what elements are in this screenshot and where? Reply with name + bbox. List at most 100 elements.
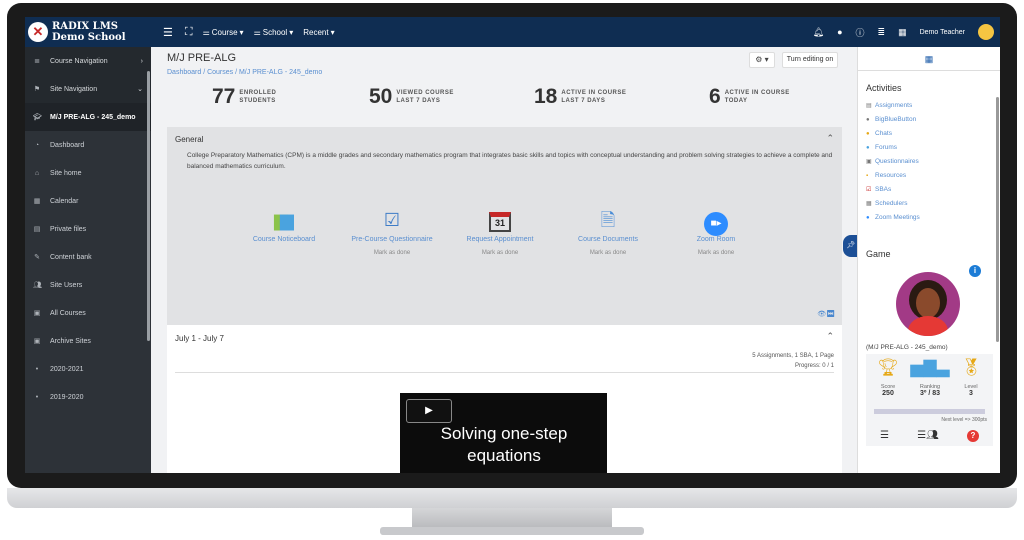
sidebar-item-label: Dashboard [50, 141, 85, 149]
activities-list: ▤ Assignments ● BigBlueButton ● Chats ● Foru… [866, 99, 920, 225]
sidebar-item[interactable]: • 2019-2020 [25, 383, 151, 411]
map-icon[interactable]: ▦ [898, 27, 907, 38]
turn-editing-on-button[interactable]: Turn editing on [782, 52, 838, 68]
activity-zoom-room[interactable]: ■▸ Zoom Room Mark as done [666, 208, 766, 256]
user-name[interactable]: Demo Teacher [920, 29, 965, 36]
activity-link-zoom-meetings[interactable]: ● Zoom Meetings [866, 211, 920, 225]
main-content: M/J PRE-ALG Dashboard / Courses / M/J PR… [157, 47, 845, 473]
video-player[interactable]: ▶ Solving one-step equations [400, 393, 607, 473]
bullet-icon: • [35, 365, 39, 373]
sidebar-item-label: All Courses [50, 309, 86, 317]
menu-school[interactable]: ⚌ School ▾ [254, 28, 294, 37]
activity-link-sbas[interactable]: ☑ SBAs [866, 183, 920, 197]
site-logo[interactable]: ✕ RADIX LMS Demo School [25, 17, 151, 47]
bullet-icon: • [35, 393, 39, 401]
play-icon[interactable]: ▶ [406, 399, 452, 423]
mark-as-done-button[interactable]: Mark as done [558, 250, 658, 256]
sidebar-item[interactable]: ▦ Calendar [25, 187, 151, 215]
sidebar-item[interactable]: ≣ Course Navigation › [25, 47, 151, 75]
sidebar-item-label: 2019-2020 [50, 393, 84, 401]
activity-pre-course-questionnaire[interactable]: ☑ Pre-Course Questionnaire Mark as done [342, 208, 442, 256]
sidebar-scrollbar[interactable] [147, 71, 150, 341]
sidebar-item[interactable]: ▣ All Courses [25, 299, 151, 327]
mark-as-done-button[interactable]: Mark as done [450, 250, 550, 256]
bell-icon[interactable]: 🔔︎ [813, 27, 824, 38]
sidebar-item[interactable]: 👥︎ Site Users [25, 271, 151, 299]
ranking-stat: ▅▇▃ Ranking 3º / 83 [910, 358, 950, 397]
chevron-icon[interactable]: › [141, 58, 143, 65]
sidebar-item[interactable]: ✎ Content bank [25, 243, 151, 271]
game-heading: Game [866, 249, 891, 259]
fullscreen-icon[interactable]: ⛶ [185, 26, 193, 39]
calendar-31-icon: 31 [450, 208, 550, 232]
week-section: July 1 - July 7 ⌃ 5 Assignments, 1 SBA, … [167, 325, 842, 473]
game-avatar [896, 272, 960, 336]
chat-icon[interactable]: ● [837, 27, 842, 37]
hamburger-icon[interactable]: ☰ [163, 26, 173, 39]
sidebar-item[interactable]: • 2020-2021 [25, 355, 151, 383]
home-icon: ⌂ [34, 169, 40, 177]
activity-course-documents[interactable]: 🗎︎ Course Documents Mark as done [558, 208, 658, 256]
screen: ✕ RADIX LMS Demo School ☰ ⛶ ⚌ Course ▾ ⚌ Sch… [25, 17, 1000, 473]
file-icon: ▤ [33, 226, 41, 233]
chevron-icon[interactable]: ⌄ [137, 85, 143, 93]
game-course-name: (M/J PRE-ALG - 245_demo) [866, 344, 948, 351]
graduation-cap-icon: 🎓︎ [33, 114, 42, 121]
stat-active-today: 6 ACTIVE IN COURSE TODAY [709, 85, 790, 108]
collapse-icon[interactable]: ⌃ [826, 133, 834, 144]
help-icon[interactable]: ? [966, 430, 979, 442]
activity-link-schedulers[interactable]: ▦ Schedulers [866, 197, 920, 211]
show-hide-icon[interactable]: 👁︎⏭︎ [817, 310, 835, 318]
ranking-list-icon[interactable]: ☰👥︎ [917, 430, 939, 442]
sidebar-item[interactable]: ⌂ Site home [25, 159, 151, 187]
logo-x-icon: ✕ [28, 22, 48, 42]
sidebar-item[interactable]: ▣ Archive Sites [25, 327, 151, 355]
next-level-text: Next level => 300pts [941, 417, 987, 423]
mark-as-done-button[interactable]: Mark as done [342, 250, 442, 256]
list-icon: ≣ [34, 58, 40, 65]
sliders-icon: ⚌ [253, 27, 261, 37]
info-icon[interactable]: ⓘ [856, 26, 865, 39]
right-drawer: ▦ Activities ▤ Assignments ● BigBlueButton… [857, 47, 1000, 473]
collapse-icon[interactable]: ⌃ [826, 331, 834, 342]
sidebar-item[interactable]: 🎓︎ M/J PRE-ALG - 245_demo [25, 103, 151, 131]
sidebar-item-label: Site Navigation [50, 85, 98, 93]
monitor-chin [7, 488, 1017, 508]
users-icon: 👥︎ [33, 282, 42, 289]
sidebar-item[interactable]: ▤ Private files [25, 215, 151, 243]
level-stat: 🏅︎ Level 3 [951, 358, 991, 397]
score-stat: 🏆︎ Score 250 [868, 358, 908, 397]
section-title: July 1 - July 7 [175, 334, 224, 343]
sidebar-item-label: Private files [50, 225, 87, 233]
activity-link-chats[interactable]: ● Chats [866, 127, 920, 141]
list-icon[interactable]: ☰ [880, 430, 889, 442]
paint-brush-icon: ✎ [34, 254, 40, 261]
sidebar-item[interactable]: ◔ Dashboard [25, 131, 151, 159]
user-avatar[interactable] [978, 24, 994, 40]
logo-line-2: Demo School [52, 32, 126, 43]
settings-gear-button[interactable]: ⚙ ▾ [749, 52, 775, 68]
checklist-icon: ☑ [383, 210, 401, 230]
list-icon[interactable]: ≣ [878, 27, 886, 38]
right-scrollbar[interactable] [996, 97, 999, 342]
activity-link-forums[interactable]: ● Forums [866, 141, 920, 155]
breadcrumb[interactable]: Dashboard / Courses / M/J PRE-ALG - 245_… [167, 69, 322, 76]
map-signs-icon: ⚑ [33, 86, 41, 93]
calendar-icon: ▦ [33, 198, 41, 205]
activity-link-resources[interactable]: ▪ Resources [866, 169, 920, 183]
monitor-stand [412, 508, 612, 528]
activity-link-questionnaires[interactable]: ▣ Questionnaires [866, 155, 920, 169]
activity-link-assignments[interactable]: ▤ Assignments [866, 99, 920, 113]
mark-as-done-button[interactable]: Mark as done [666, 250, 766, 256]
top-navbar: ✕ RADIX LMS Demo School ☰ ⛶ ⚌ Course ▾ ⚌ Sch… [25, 17, 1000, 47]
activity-course-noticeboard[interactable]: ▆▆ Course Noticeboard [234, 208, 334, 243]
activity-link-bigbluebutton[interactable]: ● BigBlueButton [866, 113, 920, 127]
blocks-grid-icon[interactable]: ▦ [858, 47, 1000, 71]
menu-course[interactable]: ⚌ Course ▾ [203, 28, 244, 37]
menu-recent[interactable]: Recent ▾ [303, 28, 334, 37]
podium-icon: ▅▇▃ [910, 358, 950, 377]
info-icon[interactable]: i [969, 265, 981, 277]
sidebar-item-label: Course Navigation [50, 57, 108, 65]
sidebar-item[interactable]: ⚑ Site Navigation ⌄ [25, 75, 151, 103]
activity-request-appointment[interactable]: 31 Request Appointment Mark as done [450, 208, 550, 256]
